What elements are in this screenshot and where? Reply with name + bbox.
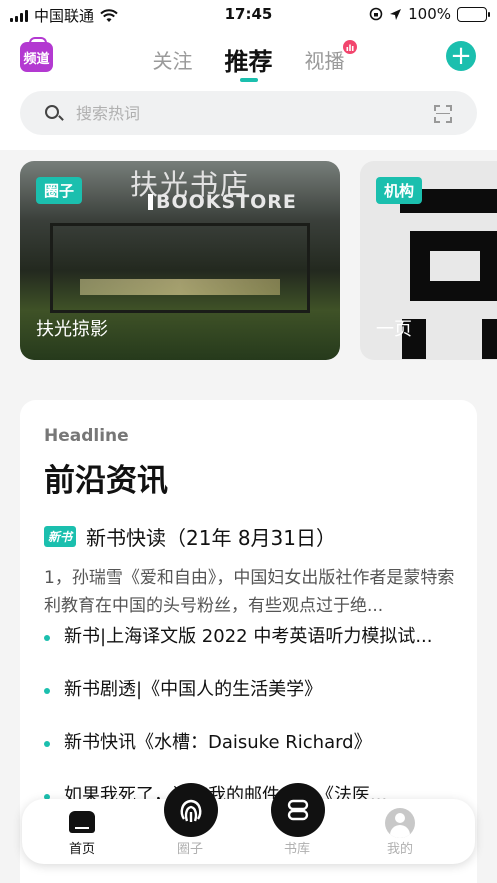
- tab-follow[interactable]: 关注: [151, 42, 195, 76]
- card-tag: 圈子: [36, 177, 83, 204]
- store-sign-sub-text: BOOKSTORE: [156, 191, 297, 213]
- tab-recommend-label: 推荐: [224, 47, 273, 76]
- list-item[interactable]: 新书剧透|《中国人的生活美学》: [44, 675, 456, 728]
- feature-title: 新书快读（21年 8月31日）: [86, 526, 336, 550]
- tab-recommend[interactable]: 推荐: [223, 42, 275, 82]
- rotation-lock-icon: [369, 7, 383, 21]
- feature-excerpt[interactable]: 1，孙瑞雪《爱和自由》，中国妇女出版社作者是蒙特索利教育在中国的头号粉丝，有些观…: [44, 564, 456, 620]
- scan-icon[interactable]: [434, 105, 452, 123]
- search-bar[interactable]: [20, 91, 477, 135]
- tabbar-home[interactable]: 首页: [42, 799, 122, 864]
- card-tag: 机构: [376, 177, 423, 204]
- battery-icon: [457, 6, 490, 22]
- storefront-lights: [80, 279, 280, 295]
- home-icon: [69, 811, 95, 833]
- tabbar-circle-label: 圈子: [176, 842, 203, 857]
- library-icon[interactable]: [271, 783, 325, 837]
- new-book-badge: 新书: [44, 526, 77, 547]
- list-item[interactable]: 新书快讯《水槽：Daisuke Richard》: [44, 728, 456, 781]
- status-bar: 中国联通 17:45 100%: [0, 0, 497, 30]
- panel-title: 前沿资讯: [44, 463, 168, 499]
- search-icon: [45, 105, 59, 119]
- location-icon: [390, 8, 402, 20]
- card-yiye[interactable]: 机构 一页: [360, 161, 497, 360]
- storefront-image: [50, 223, 310, 313]
- tabbar-home-label: 首页: [68, 842, 95, 857]
- next-panel-peek: [20, 872, 477, 883]
- store-sign-sub: BOOKSTORE: [148, 191, 297, 213]
- list-item[interactable]: 新书|上海译文版 2022 中考英语听力模拟试...: [44, 622, 456, 675]
- card-fuguang[interactable]: 扶光书店 BOOKSTORE 圈子 扶光掠影: [20, 161, 340, 360]
- bottom-tabbar: 首页 圈子 书库 我的: [22, 799, 475, 864]
- panel-eyebrow: Headline: [44, 426, 129, 446]
- top-tabs: 关注 推荐 视播: [0, 40, 497, 82]
- profile-icon: [385, 808, 415, 838]
- tab-video[interactable]: 视播: [303, 40, 357, 76]
- battery-percent: 100%: [408, 5, 451, 23]
- tabbar-library-label: 书库: [283, 842, 310, 857]
- card-title: 一页: [376, 319, 412, 340]
- tab-video-label: 视播: [304, 48, 345, 73]
- feature-article[interactable]: 新书 新书快读（21年 8月31日）: [44, 522, 336, 551]
- card-title: 扶光掠影: [36, 319, 108, 340]
- header-area: 中国联通 17:45 100% 频道 关注 推荐 视播 +: [0, 0, 497, 150]
- tabbar-me-label: 我的: [386, 842, 413, 857]
- tab-follow-label: 关注: [152, 48, 193, 73]
- active-tab-indicator: [239, 78, 258, 82]
- plus-icon: +: [450, 41, 472, 71]
- search-input[interactable]: [76, 101, 416, 125]
- chart-badge-icon: [342, 40, 357, 54]
- tabbar-me[interactable]: 我的: [360, 799, 440, 864]
- add-button[interactable]: +: [446, 41, 476, 71]
- circle-icon[interactable]: [164, 783, 218, 837]
